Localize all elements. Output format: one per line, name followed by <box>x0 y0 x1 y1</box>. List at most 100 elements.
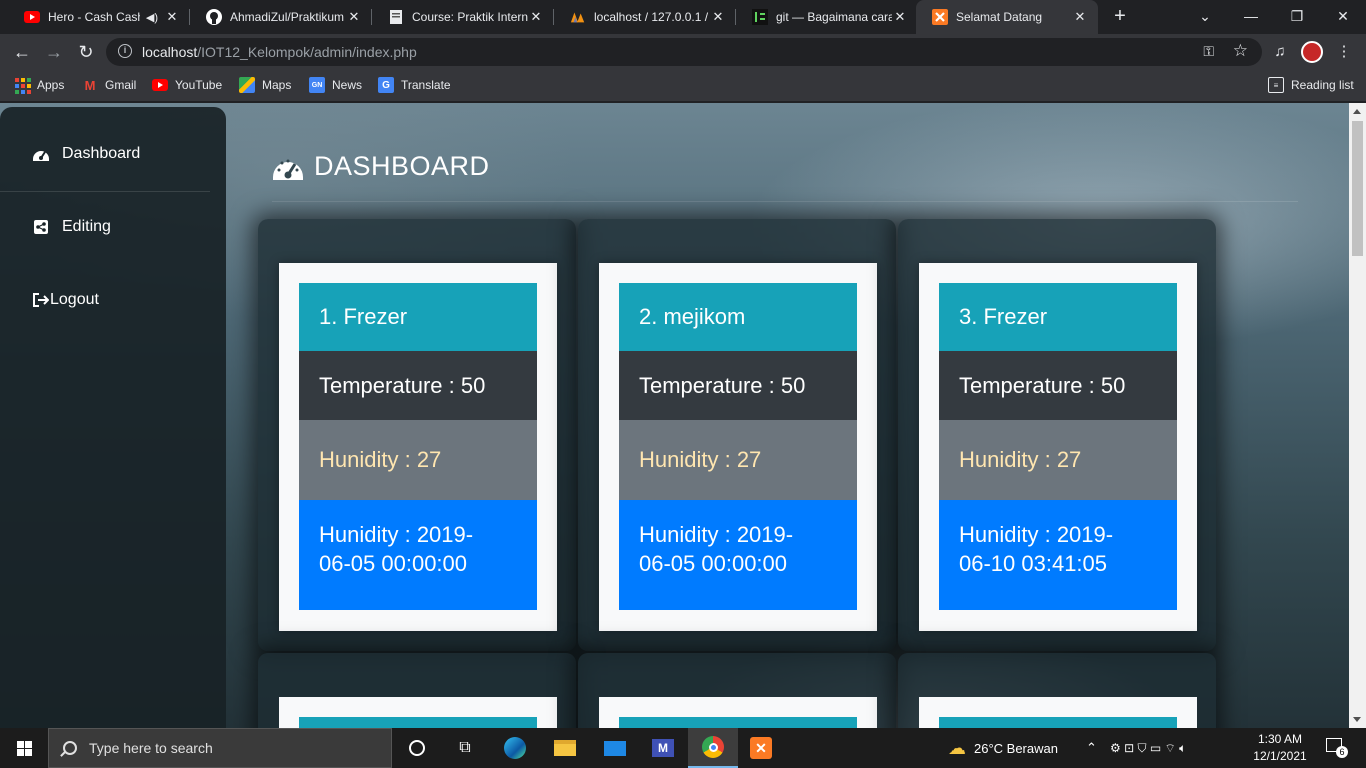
device-humidity: Hunidity : 27 <box>619 420 857 500</box>
notification-center-icon[interactable]: 6 <box>1326 738 1348 758</box>
browser-tab[interactable]: Course: Praktik Interne ✕ <box>372 0 554 34</box>
url-text[interactable]: localhost/IOT12_Kelompok/admin/index.php <box>142 44 417 60</box>
scroll-up-icon[interactable] <box>1353 109 1361 114</box>
bookmark-label: News <box>332 78 363 92</box>
bookmarks-bar: Apps M Gmail YouTube Maps GN News G Tran… <box>0 70 1366 102</box>
sidebar-item-label: Editing <box>62 218 111 235</box>
bookmark-apps[interactable]: Apps <box>14 77 64 94</box>
xampp-icon <box>932 9 948 25</box>
device-name-strip <box>939 717 1177 728</box>
device-panel: 2. mejikom Temperature : 50 Hunidity : 2… <box>578 219 896 651</box>
device-temperature: Temperature : 50 <box>299 351 537 420</box>
windows-taskbar: Type here to search ⧉ M ✕ ☁ 26°C Berawan… <box>0 728 1366 768</box>
device-panel: 1. Frezer Temperature : 50 Hunidity : 27… <box>258 219 576 651</box>
title-divider <box>272 201 1298 202</box>
scrollbar-thumb[interactable] <box>1352 121 1363 256</box>
restore-button[interactable]: ❐ <box>1274 0 1320 32</box>
new-tab-button[interactable]: + <box>1108 4 1132 28</box>
address-bar[interactable]: i localhost/IOT12_Kelompok/admin/index.p… <box>106 38 1262 66</box>
device-timestamp: Hunidity : 2019- 06-05 00:00:00 <box>299 500 537 610</box>
bookmark-maps[interactable]: Maps <box>239 77 291 93</box>
close-tab-icon[interactable]: ✕ <box>528 9 544 25</box>
clock-time: 1:30 AM <box>1257 732 1303 746</box>
file-explorer-icon[interactable] <box>540 728 590 768</box>
close-tab-icon[interactable]: ✕ <box>346 9 362 25</box>
start-button[interactable] <box>0 728 48 768</box>
search-icon <box>63 741 77 755</box>
system-tray-icons[interactable]: ⚙ ⊡ ⛉ ▭ ⌔ 🔈︎ <box>1110 728 1186 768</box>
mail-icon[interactable] <box>590 728 640 768</box>
browser-tab[interactable]: localhost / 127.0.0.1 / ✕ <box>554 0 736 34</box>
timestamp-line: 06-05 00:00:00 <box>319 551 468 576</box>
device-card <box>279 697 557 728</box>
device-name: 1. Frezer <box>299 283 537 351</box>
scroll-down-icon[interactable] <box>1353 717 1361 722</box>
timestamp-line: Hunidity : 2019- <box>319 522 474 547</box>
close-window-button[interactable]: ✕ <box>1320 0 1366 32</box>
tab-title: localhost / 127.0.0.1 / <box>594 10 709 24</box>
sidebar-item-dashboard[interactable]: Dashboard <box>32 145 140 163</box>
cortana-icon[interactable] <box>392 728 442 768</box>
tab-search-icon[interactable]: ⌄ <box>1182 0 1228 32</box>
bookmark-news[interactable]: GN News <box>309 77 362 93</box>
bookmark-star-icon[interactable]: ☆ <box>1233 41 1248 61</box>
weather-widget[interactable]: ☁ 26°C Berawan <box>948 728 1058 768</box>
github-icon <box>206 9 222 25</box>
sidebar-item-logout[interactable]: Logout <box>32 291 99 309</box>
chrome-taskbar-icon[interactable] <box>688 728 738 768</box>
bookmark-translate[interactable]: G Translate <box>378 77 451 93</box>
close-tab-icon[interactable]: ✕ <box>1072 9 1088 25</box>
sidebar-item-label: Logout <box>50 291 99 308</box>
reading-list-label: Reading list <box>1291 78 1354 92</box>
bookmark-gmail[interactable]: M Gmail <box>82 77 137 93</box>
timestamp-line: Hunidity : 2019- <box>959 522 1114 547</box>
device-name: 3. Frezer <box>939 283 1177 351</box>
close-tab-icon[interactable]: ✕ <box>164 9 180 25</box>
task-view-icon[interactable]: ⧉ <box>440 728 490 768</box>
sign-out-icon <box>32 291 50 309</box>
browser-tab[interactable]: Hero - Cash Cash ◀︎) ✕ <box>8 0 190 34</box>
taskbar-search[interactable]: Type here to search <box>48 728 392 768</box>
reload-icon[interactable]: ↻ <box>74 40 98 64</box>
forward-icon[interactable]: → <box>42 40 66 64</box>
menu-icon[interactable]: ⋮ <box>1332 40 1356 64</box>
reading-list-icon: ≡ <box>1268 77 1284 93</box>
show-hidden-icons[interactable]: ⌃ <box>1086 728 1097 768</box>
close-tab-icon[interactable]: ✕ <box>892 9 908 25</box>
gmail-icon: M <box>84 77 96 93</box>
windows-logo-icon <box>16 740 32 756</box>
profile-avatar[interactable] <box>1301 41 1323 63</box>
device-temperature: Temperature : 50 <box>619 351 857 420</box>
timestamp-line: 06-10 03:41:05 <box>959 551 1108 576</box>
youtube-icon <box>24 9 40 25</box>
timestamp-line: Hunidity : 2019- <box>639 522 794 547</box>
device-name-strip <box>299 717 537 728</box>
audio-playing-icon[interactable]: ◀︎) <box>146 11 158 24</box>
browser-tab[interactable]: AhmadiZul/Praktikum ✕ <box>190 0 372 34</box>
device-humidity: Hunidity : 27 <box>939 420 1177 500</box>
news-icon: GN <box>309 77 325 93</box>
reading-list-button[interactable]: ≡ Reading list <box>1268 77 1354 93</box>
vscode-like-app-icon[interactable]: M <box>638 728 688 768</box>
xampp-taskbar-icon[interactable]: ✕ <box>736 728 786 768</box>
browser-tab[interactable]: git — Bagaimana cara ✕ <box>736 0 918 34</box>
close-tab-icon[interactable]: ✕ <box>710 9 726 25</box>
bookmark-label: Translate <box>401 78 451 92</box>
taskbar-clock[interactable]: 1:30 AM 12/1/2021 <box>1252 731 1308 765</box>
back-icon[interactable]: ← <box>10 40 34 64</box>
device-panel <box>898 653 1216 728</box>
device-name-strip <box>619 717 857 728</box>
page-scrollbar[interactable] <box>1349 103 1366 728</box>
password-key-icon[interactable]: ⚿ <box>1203 43 1214 60</box>
site-info-icon[interactable]: i <box>118 44 132 58</box>
bookmark-youtube[interactable]: YouTube <box>152 77 222 93</box>
minimize-button[interactable]: — <box>1228 0 1274 32</box>
edge-icon[interactable] <box>490 728 540 768</box>
browser-tab-strip: Hero - Cash Cash ◀︎) ✕ AhmadiZul/Praktik… <box>0 0 1366 34</box>
media-control-icon[interactable]: ♫ <box>1268 40 1292 64</box>
tachometer-icon <box>273 159 303 180</box>
device-name: 2. mejikom <box>619 283 857 351</box>
browser-tab-active[interactable]: Selamat Datang ✕ <box>916 0 1098 34</box>
sidebar-item-label: Dashboard <box>62 145 141 162</box>
sidebar-item-editing[interactable]: Editing <box>32 218 111 236</box>
